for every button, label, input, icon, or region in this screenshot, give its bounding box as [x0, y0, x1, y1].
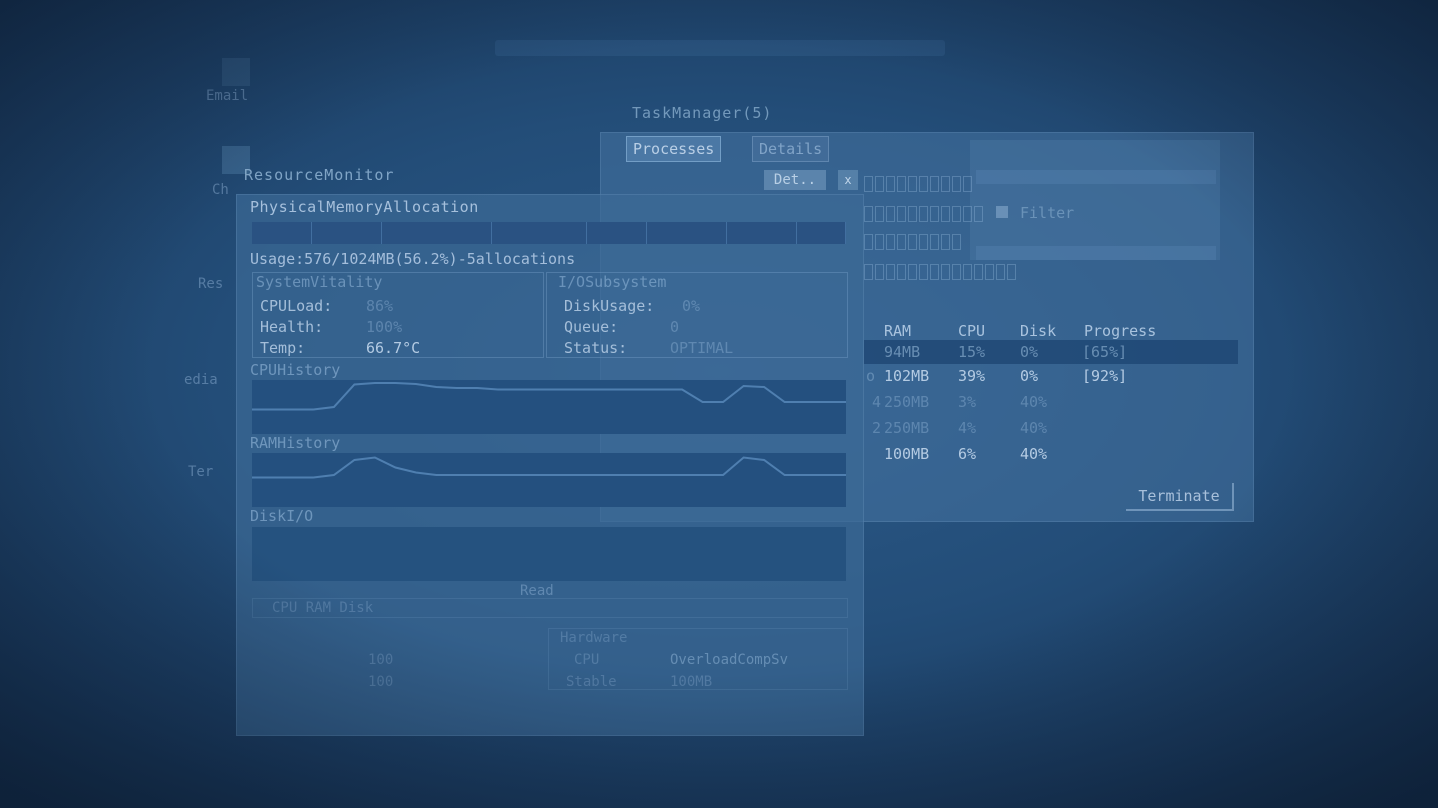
ram-history-line [252, 456, 846, 479]
row-ram: 250MB [884, 393, 930, 411]
row-ram: 250MB [884, 419, 930, 437]
close-icon[interactable]: x [838, 170, 858, 190]
row-cpu: 39% [958, 367, 986, 385]
column-header-ram[interactable]: RAM [884, 322, 911, 340]
desktop-icon-label-email[interactable]: Email [206, 88, 248, 104]
disk-usage-value: 0% [682, 297, 701, 315]
temp-value: 66.7°C [366, 339, 421, 357]
status-label: Status: [564, 339, 628, 357]
ram-history-title: RAMHistory [250, 434, 341, 452]
disk-io-caption: Read [520, 583, 554, 599]
row-progress: [92%] [1082, 367, 1128, 385]
io-subsystem-title: I/OSubsystem [558, 273, 667, 291]
desktop-icon-label-media[interactable]: edia [184, 372, 218, 388]
column-header-disk[interactable]: Disk [1020, 322, 1056, 340]
row-disk: 40% [1020, 445, 1048, 463]
cpu-core-grid [864, 264, 1016, 280]
window-title-bar-ghost [495, 40, 945, 56]
cpu-core-grid [864, 206, 983, 222]
email-icon[interactable] [222, 58, 250, 86]
terminate-button[interactable]: Terminate [1126, 483, 1234, 511]
temp-label: Temp: [260, 339, 306, 357]
health-label: Health: [260, 318, 324, 336]
cpu-load-value: 86% [366, 297, 394, 315]
details-button[interactable]: Det.. [764, 170, 826, 190]
row-cpu: 4% [958, 419, 977, 437]
row-cpu: 6% [958, 445, 977, 463]
row-cpu: 3% [958, 393, 977, 411]
row-prefix: o [866, 367, 876, 385]
table-row[interactable]: 2 250MB 4% 40% [864, 416, 1238, 440]
ram-history-graph [252, 453, 846, 507]
filter-checkbox[interactable] [996, 206, 1008, 218]
cpu-history-svg [252, 382, 846, 411]
column-header-cpu[interactable]: CPU [958, 322, 985, 340]
hardware-cpu-model: OverloadCompSv [670, 652, 789, 668]
ram-history-svg [252, 456, 846, 479]
cpu-core-grid [864, 234, 961, 250]
task-manager-title: TaskManager(5) [632, 104, 773, 122]
lower-value-4: 100MB [670, 674, 713, 690]
lower-value-1: 100 [368, 652, 394, 668]
table-row[interactable]: o 102MB 39% 0% [92%] [864, 364, 1238, 388]
memory-usage-text: Usage:576/1024MB(56.2%)-5allocations [250, 250, 576, 268]
row-cpu: 15% [958, 343, 986, 361]
table-row[interactable]: 94MB 15% 0% [65%] [864, 340, 1238, 364]
filter-label: Filter [1020, 204, 1075, 222]
filter-panel [970, 140, 1220, 260]
hardware-cpu-label: CPU [574, 652, 600, 668]
row-disk: 40% [1020, 419, 1048, 437]
table-row[interactable]: 100MB 6% 40% [864, 442, 1238, 466]
desktop-icon-label-resource[interactable]: Res [198, 276, 223, 292]
tab-details[interactable]: Details [752, 136, 830, 162]
lower-value-3: Stable [566, 674, 617, 690]
disk-io-title: DiskI/O [250, 507, 314, 525]
disk-io-graph [252, 527, 846, 581]
system-vitality-title: SystemVitality [256, 273, 383, 291]
filter-bar [976, 170, 1216, 184]
lower-value-2: 100 [368, 674, 394, 690]
legend-text: CPU RAM Disk [272, 600, 374, 616]
cpu-history-title: CPUHistory [250, 361, 341, 379]
column-header-progress[interactable]: Progress [1084, 322, 1156, 340]
cpu-history-graph [252, 380, 846, 434]
filter-bar [976, 246, 1216, 260]
health-value: 100% [366, 318, 403, 336]
hardware-title: Hardware [560, 630, 628, 646]
row-ram: 94MB [884, 343, 921, 361]
row-ram: 100MB [884, 445, 930, 463]
row-progress: [65%] [1082, 343, 1128, 361]
memory-allocation-bar [252, 222, 846, 244]
status-value: OPTIMAL [670, 339, 734, 357]
row-disk: 0% [1020, 343, 1039, 361]
cpu-core-grid [864, 176, 972, 192]
resource-monitor-title: ResourceMonitor [244, 166, 395, 184]
desktop-icon-label-terminal[interactable]: Ter [188, 464, 213, 480]
row-ram: 102MB [884, 367, 930, 385]
disk-usage-label: DiskUsage: [564, 297, 655, 315]
row-prefix: 2 [872, 419, 882, 437]
desktop-icon-label-chat[interactable]: Ch [212, 182, 229, 198]
cpu-history-line [252, 382, 846, 411]
memory-allocation-heading: PhysicalMemoryAllocation [250, 198, 479, 216]
row-disk: 40% [1020, 393, 1048, 411]
row-disk: 0% [1020, 367, 1039, 385]
row-prefix: 4 [872, 393, 882, 411]
queue-value: 0 [670, 318, 680, 336]
cpu-load-label: CPULoad: [260, 297, 333, 315]
table-row[interactable]: 4 250MB 3% 40% [864, 390, 1238, 414]
tab-processes[interactable]: Processes [626, 136, 722, 162]
queue-label: Queue: [564, 318, 619, 336]
